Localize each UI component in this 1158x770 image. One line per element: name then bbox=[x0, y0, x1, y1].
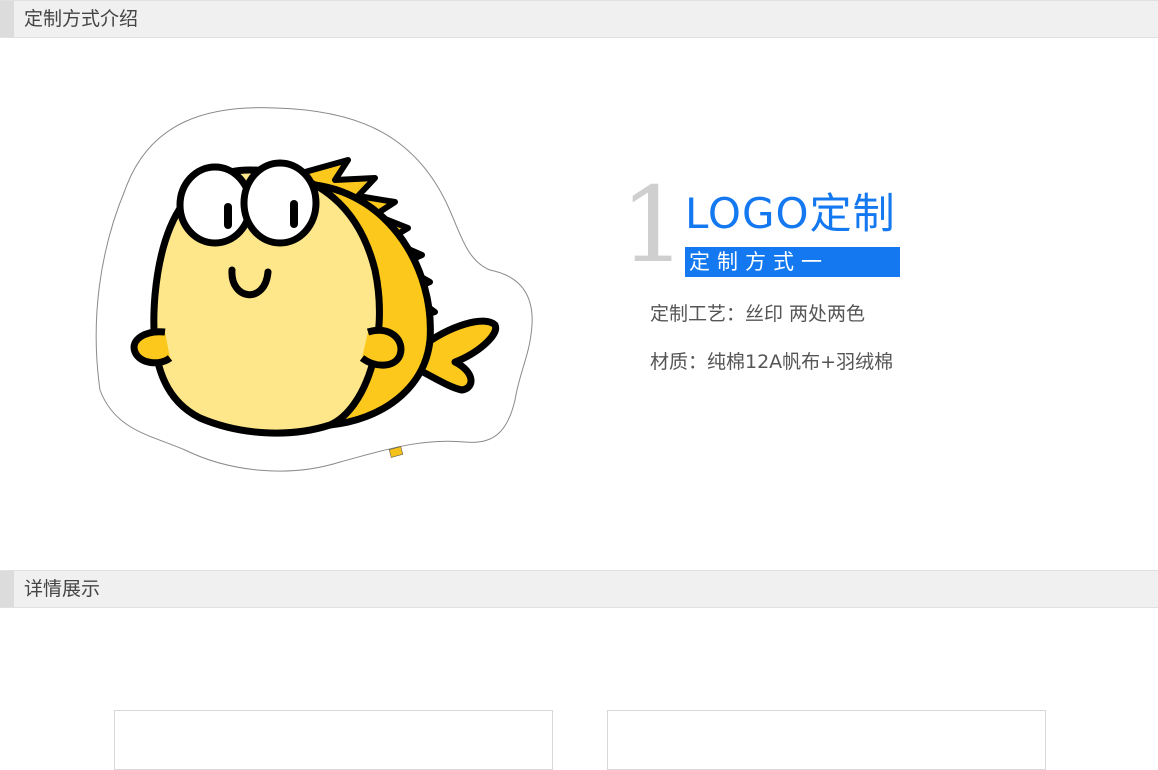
material-info: 材质：纯棉12A帆布+羽绒棉 bbox=[650, 351, 894, 373]
section-accent bbox=[0, 571, 14, 607]
section-title-intro: 定制方式介绍 bbox=[24, 8, 139, 30]
craft-info: 定制工艺：丝印 两处两色 bbox=[650, 303, 866, 325]
detail-image-frame-left bbox=[114, 710, 553, 770]
method-title: LOGO定制 bbox=[685, 189, 896, 238]
section-accent bbox=[0, 1, 14, 37]
section-header-details: 详情展示 bbox=[0, 570, 1158, 608]
detail-image-frame-right bbox=[607, 710, 1046, 770]
method-subtitle-badge: 定制方式一 bbox=[685, 247, 900, 277]
section-title-details: 详情展示 bbox=[24, 578, 101, 600]
method-number: 1 bbox=[620, 164, 687, 286]
fish-cushion-image bbox=[95, 107, 533, 472]
section-header-intro: 定制方式介绍 bbox=[0, 0, 1158, 38]
